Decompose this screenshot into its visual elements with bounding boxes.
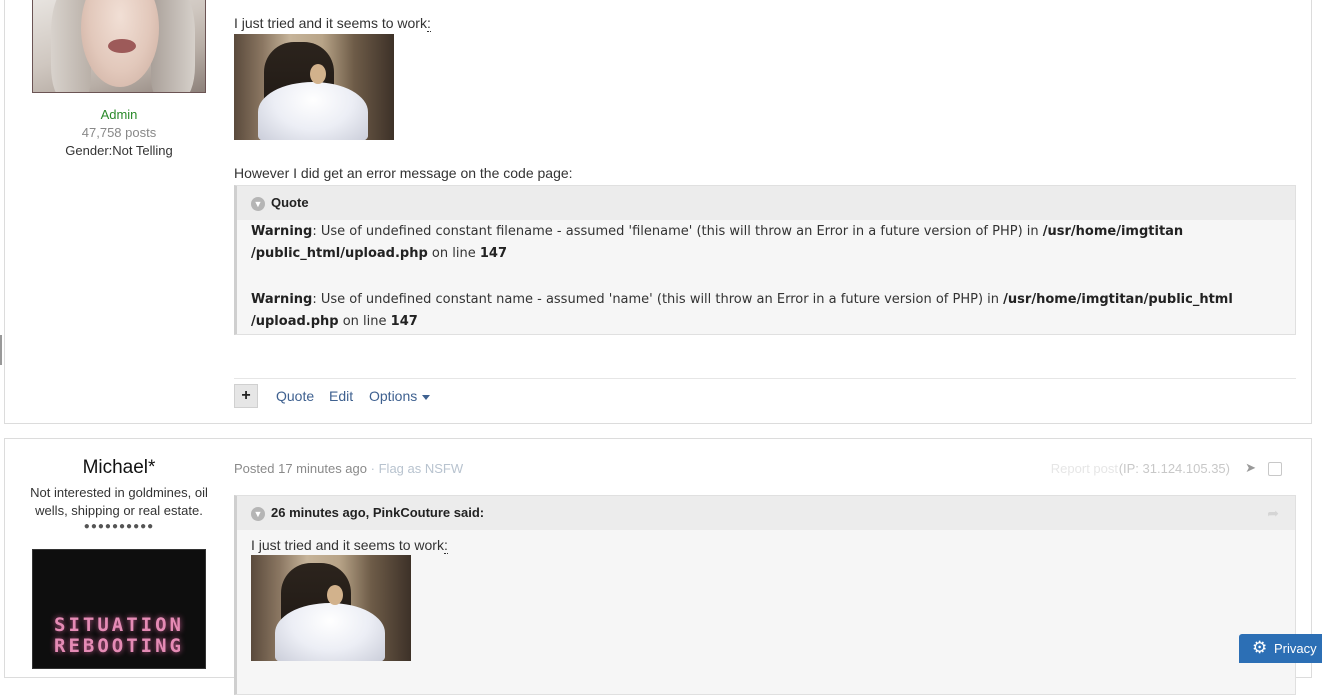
share-icon[interactable]: ➦ [1267,505,1279,522]
embedded-photo[interactable] [251,555,411,661]
privacy-button[interactable]: ⚙ Privacy [1239,634,1322,663]
options-button[interactable]: Options [369,388,431,404]
quote-header[interactable]: ▼ Quote [237,186,1295,220]
ip-address: (IP: 31.124.105.35) [1118,461,1230,476]
share-icon[interactable]: ➤ [1245,460,1256,476]
post-divider [234,378,1296,379]
author-rank: Admin [100,107,138,122]
quoted-text: I just tried and it seems to work: [251,537,448,554]
report-post-link[interactable]: Report post [1051,461,1118,476]
edit-button[interactable]: Edit [329,388,353,404]
quote-title: 26 minutes ago, PinkCouture said: [271,505,485,520]
reputation-pips: ●●●●●●●●●● [83,521,155,532]
post-text: I just tried and it seems to work: [234,15,431,32]
author-gender: Gender:Not Telling [65,143,173,158]
select-post-checkbox[interactable] [1268,462,1282,476]
multiquote-button[interactable]: + [234,384,258,408]
gear-icon: ⚙ [1252,638,1268,657]
quote-button[interactable]: Quote [276,388,314,404]
quote-title: Quote [271,195,309,210]
flag-nsfw-link[interactable]: Flag as NSFW [379,461,464,476]
quote-block: ▼ Quote Warning: Use of undefined consta… [234,185,1296,335]
inline-link[interactable]: : [443,537,448,554]
warning-message: Warning: Use of undefined constant filen… [251,224,1184,261]
embedded-photo[interactable] [234,34,394,140]
post-meta: Posted 17 minutes ago · Flag as NSFW [234,461,464,476]
quote-block: ▼ 26 minutes ago, PinkCouture said: ➦ I … [234,495,1296,695]
warning-message: Warning: Use of undefined constant name … [251,292,1233,329]
author-post-count: 47,758 posts [81,125,157,140]
chevron-down-icon[interactable]: ▼ [251,197,265,211]
caret-down-icon [422,394,431,400]
left-edge-marker [0,335,2,365]
author-name[interactable]: Michael* [5,457,233,479]
post-michael: Michael* Not interested in goldmines, oi… [4,438,1312,695]
author-avatar[interactable] [32,0,206,93]
inline-link[interactable]: : [426,15,431,32]
quote-header[interactable]: ▼ 26 minutes ago, PinkCouture said: ➦ [237,496,1295,530]
author-avatar[interactable]: SITUATION REBOOTING [32,549,206,669]
post-text-error: However I did get an error message on th… [234,165,573,181]
post-admin: Admin 47,758 posts Gender:Not Telling I … [4,0,1312,424]
chevron-down-icon[interactable]: ▼ [251,507,265,521]
post-time-link[interactable]: 17 minutes ago [278,461,367,476]
author-title: Not interested in goldmines, oil wells, … [30,485,208,518]
